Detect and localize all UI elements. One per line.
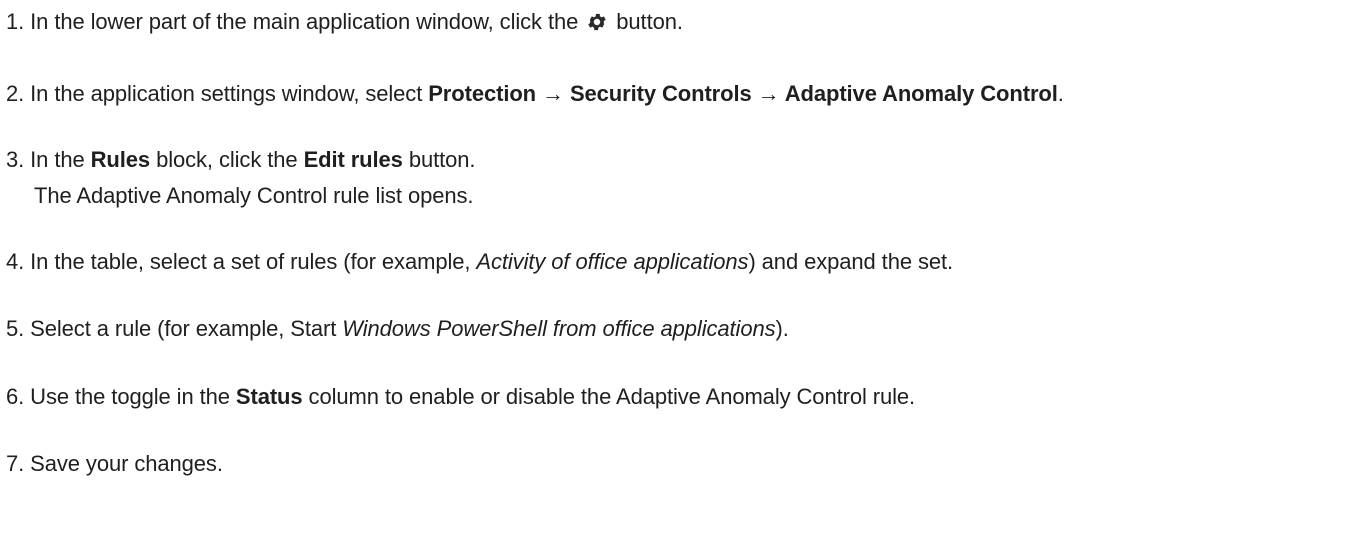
step-number: 7. [6,451,25,476]
step-text: In the application settings window, sele… [30,81,423,106]
rules-block-label: Rules [90,147,151,172]
step-text: Use the toggle in the [30,384,230,409]
rule-example: Windows PowerShell from office applicati… [342,316,776,341]
step-2: 2. In the application settings window, s… [6,80,1064,108]
step-text-end: ) and expand the set. [748,249,954,274]
step-text-end: button. [408,147,476,172]
step-number: 4. [6,249,25,274]
step-3-result: The Adaptive Anomaly Control rule list o… [34,183,474,208]
step-number: 6. [6,384,25,409]
step-7: 7. Save your changes. [6,450,223,478]
status-column-label: Status [235,384,303,409]
rule-set-example: Activity of office applications [476,249,749,274]
step-text: Save your changes. [30,451,223,476]
step-text: In the [30,147,85,172]
settings-path: Protection → Security Controls → Adaptiv… [428,81,1058,106]
step-text-mid: block, click the [156,147,298,172]
step-1: 1. In the lower part of the main applica… [6,8,683,36]
step-6: 6. Use the toggle in the Status column t… [6,383,915,411]
step-4: 4. In the table, select a set of rules (… [6,248,953,276]
step-number: 3. [6,147,25,172]
step-number: 5. [6,316,25,341]
step-text: In the table, select a set of rules (for… [30,249,471,274]
step-text: In the lower part of the main applicatio… [30,9,579,34]
step-3: 3. In the Rules block, click the Edit ru… [6,146,476,174]
step-5: 5. Select a rule (for example, Start Win… [6,315,789,343]
step-text-end: button. [616,9,683,34]
step-text-end: column to enable or disable the Adaptive… [308,384,916,409]
gear-icon [586,11,608,33]
step-end: . [1057,81,1064,106]
step-text-end: ). [775,316,789,341]
step-number: 1. [6,9,25,34]
edit-rules-label: Edit rules [303,147,403,172]
step-text: Select a rule (for example, Start [30,316,337,341]
step-number: 2. [6,81,25,106]
